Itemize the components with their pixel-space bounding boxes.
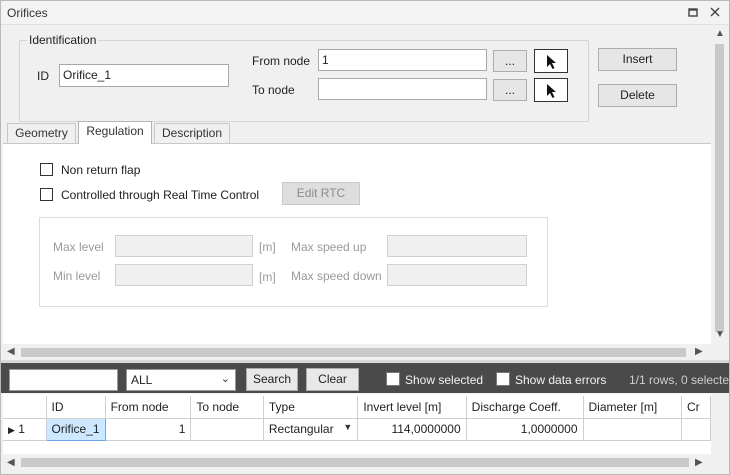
chevron-down-icon: ⌄ bbox=[220, 373, 230, 385]
non-return-flap-label: Non return flap bbox=[61, 163, 141, 177]
detail-horizontal-scroll-thumb[interactable] bbox=[21, 348, 686, 357]
orifices-window: Orifices Identification ID Orifice_1 Fro… bbox=[0, 0, 730, 475]
scroll-right-icon[interactable]: ▶ bbox=[695, 457, 703, 468]
column-header-diameter[interactable]: Diameter [m] bbox=[583, 396, 682, 419]
rtc-checkbox[interactable] bbox=[40, 188, 53, 201]
from-node-browse-button[interactable]: ... bbox=[493, 50, 527, 72]
filter-select-value: ALL bbox=[131, 373, 153, 387]
rows-info: 1/1 rows, 0 selected bbox=[629, 373, 729, 387]
tab-regulation[interactable]: Regulation bbox=[78, 121, 152, 144]
table-row[interactable]: ▶ 1 Orifice_1 1 Rectangular ▼ 114,0000000… bbox=[3, 417, 711, 441]
to-node-pick-button[interactable] bbox=[534, 78, 568, 102]
cell-discharge-coeff[interactable]: 1,0000000 bbox=[466, 418, 584, 441]
max-level-unit: [m] bbox=[259, 240, 276, 254]
regulation-pane: Non return flap Controlled through Real … bbox=[3, 143, 711, 344]
from-node-label: From node bbox=[252, 54, 311, 68]
show-selected-checkbox[interactable] bbox=[386, 372, 400, 386]
detail-horizontal-scrollbar[interactable]: ◀ ▶ bbox=[3, 344, 711, 360]
delete-button[interactable]: Delete bbox=[598, 84, 677, 107]
detail-panel: Identification ID Orifice_1 From node 1 … bbox=[3, 26, 711, 344]
row-indicator[interactable]: ▶ 1 bbox=[3, 418, 47, 441]
edit-rtc-button[interactable]: Edit RTC bbox=[282, 182, 360, 205]
column-header-to-node[interactable]: To node bbox=[190, 396, 264, 419]
max-speed-down-field bbox=[387, 264, 527, 286]
tab-strip: Geometry Regulation Description bbox=[3, 121, 711, 144]
restore-icon[interactable] bbox=[684, 4, 702, 22]
show-selected-label: Show selected bbox=[405, 373, 484, 387]
levels-group: Max level [m] Min level [m] Max speed up… bbox=[39, 217, 548, 307]
column-header-cr[interactable]: Cr bbox=[681, 396, 711, 419]
cursor-pointer-icon bbox=[547, 84, 556, 98]
window-title: Orifices bbox=[7, 6, 48, 20]
id-label: ID bbox=[37, 69, 49, 83]
scroll-left-icon[interactable]: ◀ bbox=[7, 346, 15, 357]
show-data-errors-checkbox[interactable] bbox=[496, 372, 510, 386]
max-speed-down-label: Max speed down bbox=[291, 269, 382, 283]
vertical-scrollbar[interactable]: ▲ ▼ bbox=[711, 26, 728, 344]
row-pointer-icon: ▶ bbox=[8, 425, 15, 435]
column-header-discharge-coeff[interactable]: Discharge Coeff. bbox=[466, 396, 584, 419]
cell-to-node[interactable] bbox=[190, 418, 264, 441]
grid-toolbar: ALL ⌄ Search Clear Show selected Show da… bbox=[1, 363, 729, 393]
orifices-grid: ID From node To node Type Invert level [… bbox=[3, 394, 711, 454]
scroll-left-icon[interactable]: ◀ bbox=[7, 457, 15, 468]
insert-button[interactable]: Insert bbox=[598, 48, 677, 71]
to-node-browse-button[interactable]: ... bbox=[493, 79, 527, 101]
max-speed-up-label: Max speed up bbox=[291, 240, 367, 254]
rtc-label: Controlled through Real Time Control bbox=[61, 188, 260, 202]
grid-horizontal-scrollbar[interactable]: ◀ ▶ bbox=[3, 454, 711, 471]
cell-type[interactable]: Rectangular ▼ bbox=[263, 418, 359, 441]
to-node-field[interactable] bbox=[318, 78, 487, 100]
close-icon[interactable] bbox=[706, 4, 724, 22]
cell-type-value: Rectangular bbox=[268, 422, 334, 436]
cell-invert-level[interactable]: 114,0000000 bbox=[357, 418, 467, 441]
column-header-invert-level[interactable]: Invert level [m] bbox=[357, 396, 467, 419]
tab-description[interactable]: Description bbox=[154, 123, 230, 144]
search-button[interactable]: Search bbox=[246, 368, 298, 391]
to-node-label: To node bbox=[252, 83, 295, 97]
grid-vertical-scrollbar[interactable] bbox=[711, 394, 728, 471]
max-level-field bbox=[115, 235, 253, 257]
min-level-unit: [m] bbox=[259, 270, 276, 284]
cell-id[interactable]: Orifice_1 bbox=[45, 417, 106, 441]
column-header-id[interactable]: ID bbox=[46, 396, 106, 419]
type-dropdown-icon[interactable]: ▼ bbox=[343, 422, 352, 432]
cell-diameter[interactable] bbox=[583, 418, 682, 441]
filter-select[interactable]: ALL ⌄ bbox=[126, 369, 236, 391]
scroll-right-icon[interactable]: ▶ bbox=[695, 346, 703, 357]
max-level-label: Max level bbox=[53, 240, 104, 254]
from-node-pick-button[interactable] bbox=[534, 49, 568, 73]
scroll-up-icon[interactable]: ▲ bbox=[715, 28, 725, 39]
cell-from-node[interactable]: 1 bbox=[105, 418, 192, 441]
title-bar: Orifices bbox=[1, 1, 729, 25]
min-level-field bbox=[115, 264, 253, 286]
max-speed-up-field bbox=[387, 235, 527, 257]
identification-legend: Identification bbox=[27, 33, 99, 47]
tab-geometry[interactable]: Geometry bbox=[7, 123, 76, 144]
id-field[interactable]: Orifice_1 bbox=[59, 64, 229, 87]
show-data-errors-label: Show data errors bbox=[515, 373, 607, 387]
cell-cr[interactable] bbox=[681, 418, 711, 441]
non-return-flap-checkbox[interactable] bbox=[40, 163, 53, 176]
search-input[interactable] bbox=[9, 369, 118, 391]
column-header-type[interactable]: Type bbox=[263, 396, 359, 419]
grid-header-row: ID From node To node Type Invert level [… bbox=[3, 396, 711, 419]
from-node-field[interactable]: 1 bbox=[318, 49, 487, 71]
row-number: 1 bbox=[18, 422, 25, 436]
column-header-from-node[interactable]: From node bbox=[105, 396, 192, 419]
clear-button[interactable]: Clear bbox=[306, 368, 359, 391]
grid-horizontal-scroll-thumb[interactable] bbox=[21, 458, 689, 467]
column-header-indicator bbox=[3, 396, 47, 419]
cursor-pointer-icon bbox=[547, 55, 556, 69]
min-level-label: Min level bbox=[53, 269, 101, 283]
vertical-scroll-thumb[interactable] bbox=[715, 44, 724, 332]
scroll-down-icon[interactable]: ▼ bbox=[715, 329, 725, 340]
